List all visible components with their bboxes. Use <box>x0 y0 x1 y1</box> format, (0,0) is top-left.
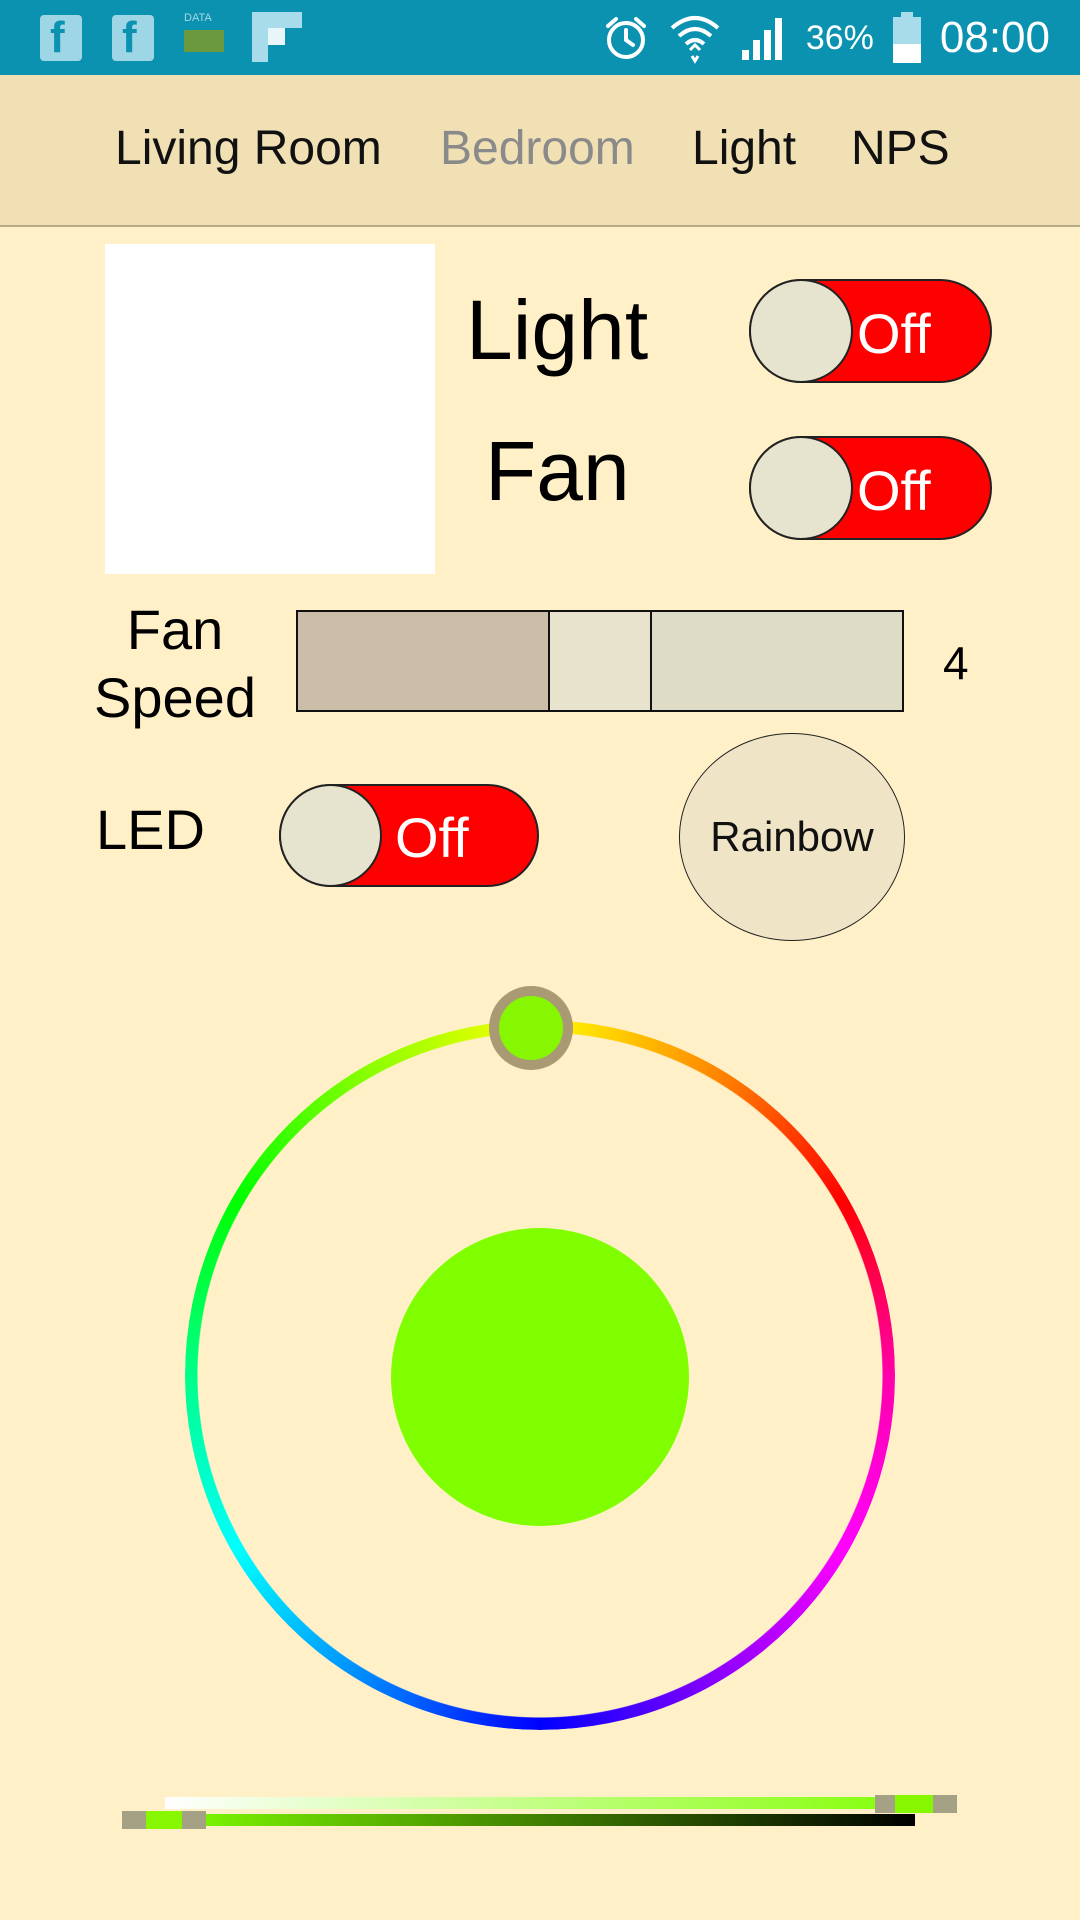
fan-toggle-knob <box>749 436 853 540</box>
saturation-slider-track[interactable] <box>165 1797 935 1809</box>
room-tab-bar: Living Room Bedroom Light NPS <box>0 75 1080 227</box>
battery-percentage: 36% <box>805 18 874 57</box>
led-toggle[interactable]: Off <box>279 784 539 887</box>
alarm-icon <box>605 17 646 59</box>
battery-icon <box>892 12 921 63</box>
cell-signal-icon <box>741 18 782 60</box>
saturation-slider-handle[interactable] <box>875 1795 957 1813</box>
data-saver-icon: DATA <box>180 12 228 60</box>
light-label: Light <box>466 283 649 377</box>
wifi-icon <box>670 16 720 64</box>
clock: 08:00 <box>939 13 1050 62</box>
led-label: LED <box>96 798 205 861</box>
fan-speed-fill <box>298 612 550 710</box>
light-toggle[interactable]: Off <box>749 279 992 383</box>
tab-light[interactable]: Light <box>692 121 796 176</box>
status-bar: f f DATA 36% 08:00 <box>0 0 1080 75</box>
facebook-icon: f <box>40 13 82 62</box>
light-toggle-knob <box>749 279 853 383</box>
fan-speed-label: Fan Speed <box>70 596 280 732</box>
fan-toggle[interactable]: Off <box>749 436 992 540</box>
flipboard-icon <box>252 12 302 62</box>
brightness-slider-handle[interactable] <box>122 1811 206 1829</box>
fan-speed-track <box>652 612 902 710</box>
fan-toggle-state: Off <box>857 459 931 522</box>
facebook-icon: f <box>112 13 154 62</box>
fan-label: Fan <box>485 424 630 518</box>
rainbow-button[interactable]: Rainbow <box>679 733 905 941</box>
fan-speed-slider[interactable] <box>296 610 904 712</box>
fan-speed-value: 4 <box>943 637 969 689</box>
selected-color-swatch[interactable] <box>391 1228 689 1526</box>
tab-living-room[interactable]: Living Room <box>115 121 382 176</box>
tab-bedroom[interactable]: Bedroom <box>440 121 635 176</box>
fan-speed-thumb[interactable] <box>550 612 652 710</box>
led-toggle-state: Off <box>395 806 469 869</box>
fan-speed-label-line2: Speed <box>94 666 256 729</box>
fan-speed-label-line1: Fan <box>126 598 224 661</box>
light-toggle-state: Off <box>857 302 931 365</box>
status-right-group: 36% 08:00 <box>602 8 1050 68</box>
led-toggle-knob <box>279 784 382 887</box>
room-image-preview <box>105 244 435 574</box>
hue-wheel-handle[interactable] <box>489 986 573 1070</box>
tab-nps[interactable]: NPS <box>851 121 950 176</box>
brightness-slider-track[interactable] <box>165 1814 915 1826</box>
